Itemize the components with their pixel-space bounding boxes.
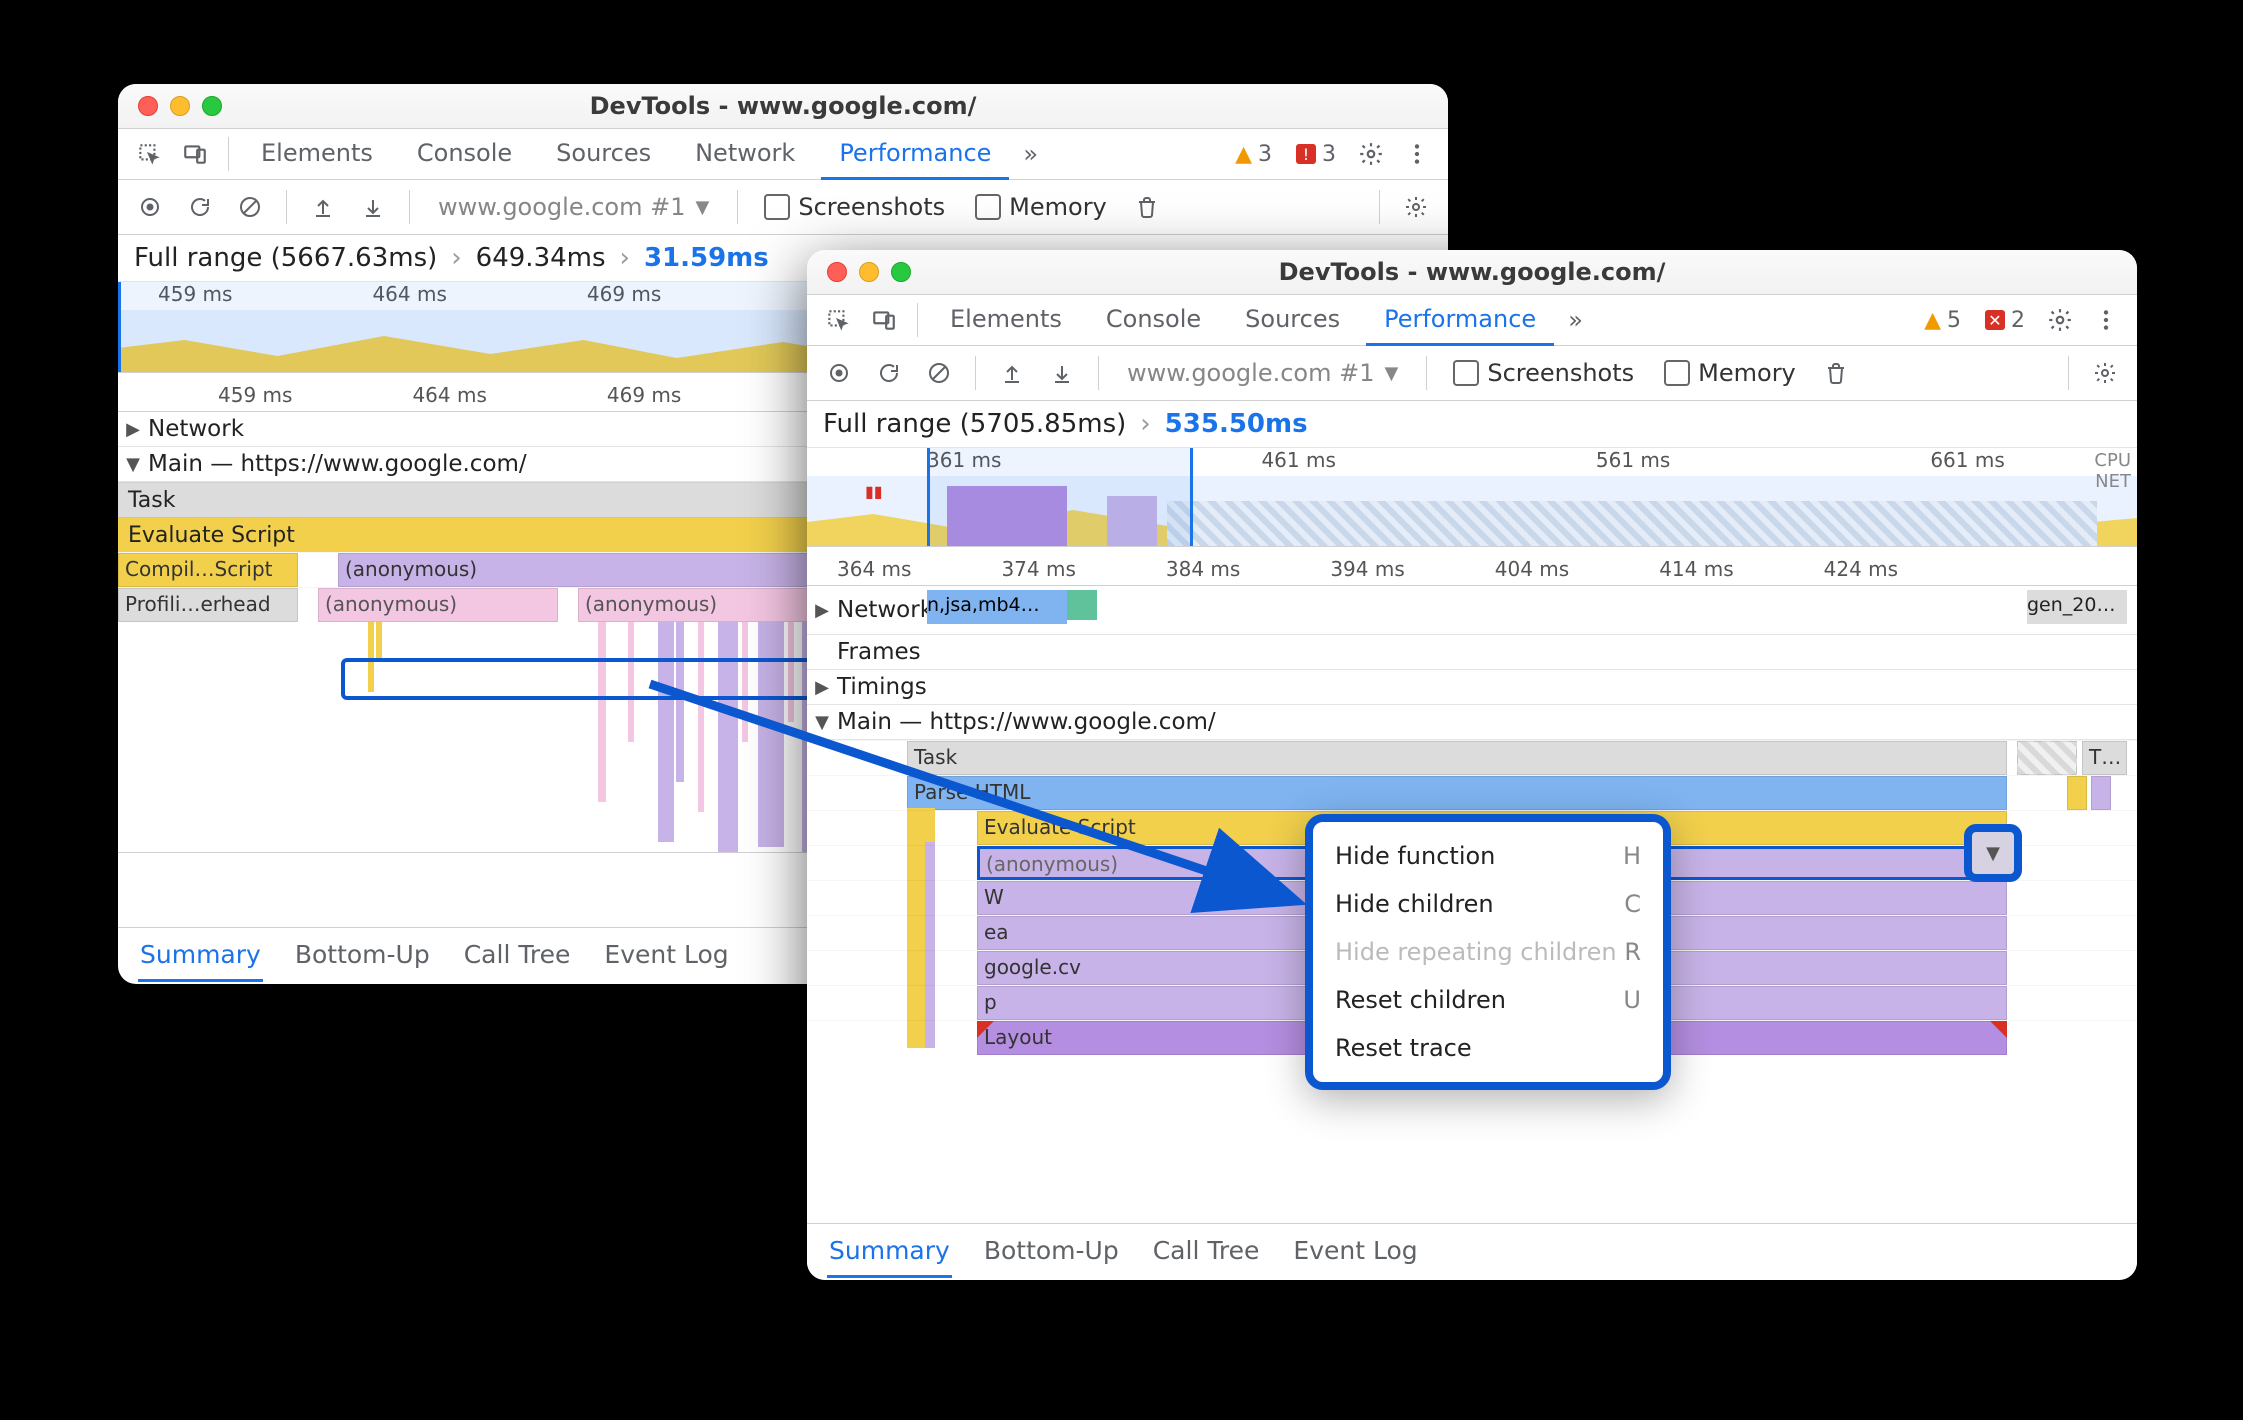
zoom-icon[interactable] bbox=[202, 96, 222, 116]
range-mid[interactable]: 649.34ms bbox=[476, 243, 606, 273]
btab-summary[interactable]: Summary bbox=[138, 930, 263, 982]
tab-performance[interactable]: Performance bbox=[821, 129, 1009, 180]
range-full[interactable]: Full range (5667.63ms) bbox=[134, 243, 437, 273]
range-full[interactable]: Full range (5705.85ms) bbox=[823, 409, 1126, 439]
perf-toolbar: www.google.com #1 ▼ Screenshots Memory bbox=[118, 180, 1448, 235]
record-icon[interactable] bbox=[819, 353, 859, 393]
window-title: DevTools - www.google.com/ bbox=[1279, 258, 1666, 286]
cpu-label: CPU bbox=[2094, 450, 2131, 471]
ctx-hide-repeating: Hide repeating childrenR bbox=[1313, 928, 1663, 976]
bottom-tabs: Summary Bottom-Up Call Tree Event Log bbox=[807, 1223, 2137, 1280]
btab-calltree[interactable]: Call Tree bbox=[462, 930, 573, 982]
track-main[interactable]: ▼Main — https://www.google.com/ bbox=[807, 705, 2137, 740]
net-label: NET bbox=[2094, 471, 2131, 492]
network-chip-green[interactable] bbox=[1067, 590, 1097, 620]
tab-console[interactable]: Console bbox=[399, 129, 530, 180]
memory-checkbox[interactable]: Memory bbox=[965, 193, 1117, 221]
error-badge[interactable]: ✕2 bbox=[1977, 308, 2033, 333]
gear-icon[interactable] bbox=[1352, 135, 1390, 173]
btab-bottomup[interactable]: Bottom-Up bbox=[293, 930, 432, 982]
zoom-icon[interactable] bbox=[891, 262, 911, 282]
close-icon[interactable] bbox=[827, 262, 847, 282]
chevron-down-icon: ▼ bbox=[1384, 363, 1398, 384]
ctx-hide-function[interactable]: Hide functionH bbox=[1313, 832, 1663, 880]
btab-eventlog[interactable]: Event Log bbox=[602, 930, 730, 982]
overflow-icon[interactable]: » bbox=[1562, 306, 1585, 334]
ctx-reset-children[interactable]: Reset childrenU bbox=[1313, 976, 1663, 1024]
track-frames[interactable]: Frames bbox=[807, 635, 2137, 670]
btab-eventlog[interactable]: Event Log bbox=[1291, 1226, 1419, 1278]
tab-sources[interactable]: Sources bbox=[1227, 295, 1358, 346]
ruler: 364 ms 374 ms 384 ms 394 ms 404 ms 414 m… bbox=[807, 547, 2137, 586]
tab-elements[interactable]: Elements bbox=[932, 295, 1080, 346]
traffic-lights bbox=[807, 262, 911, 282]
network-chip[interactable]: n,jsa,mb4… bbox=[927, 590, 1067, 624]
range-current[interactable]: 31.59ms bbox=[644, 243, 769, 273]
memory-checkbox[interactable]: Memory bbox=[1654, 359, 1806, 387]
range-current[interactable]: 535.50ms bbox=[1165, 409, 1308, 439]
track-network[interactable]: ▶Network n,jsa,mb4… gen_20… bbox=[807, 586, 2137, 635]
warning-badge[interactable]: ▲3 bbox=[1227, 142, 1280, 167]
btab-calltree[interactable]: Call Tree bbox=[1151, 1226, 1262, 1278]
tab-elements[interactable]: Elements bbox=[243, 129, 391, 180]
close-icon[interactable] bbox=[138, 96, 158, 116]
overflow-icon[interactable]: » bbox=[1017, 140, 1040, 168]
profile-selector[interactable]: www.google.com #1 ▼ bbox=[426, 189, 721, 225]
overview-minimap[interactable]: 361 ms 461 ms 561 ms 661 ms 761 ms ▮▮ CP… bbox=[807, 448, 2137, 547]
traffic-lights bbox=[118, 96, 222, 116]
gc-icon[interactable] bbox=[1127, 187, 1167, 227]
minimize-icon[interactable] bbox=[170, 96, 190, 116]
minimize-icon[interactable] bbox=[859, 262, 879, 282]
device-toggle-icon[interactable] bbox=[865, 301, 903, 339]
titlebar: DevTools - www.google.com/ bbox=[807, 250, 2137, 295]
track-timings[interactable]: ▶Timings bbox=[807, 670, 2137, 705]
screenshots-checkbox[interactable]: Screenshots bbox=[754, 193, 955, 221]
warning-badge[interactable]: ▲5 bbox=[1916, 308, 1969, 333]
reload-icon[interactable] bbox=[869, 353, 909, 393]
reload-icon[interactable] bbox=[180, 187, 220, 227]
ctx-hide-children[interactable]: Hide childrenC bbox=[1313, 880, 1663, 928]
gear-icon[interactable] bbox=[2041, 301, 2079, 339]
inspect-icon[interactable] bbox=[819, 301, 857, 339]
window-title: DevTools - www.google.com/ bbox=[590, 92, 977, 120]
flame-row-parse[interactable]: Parse HTML bbox=[807, 775, 2137, 810]
flame-row-task[interactable]: Task T… bbox=[807, 740, 2137, 775]
device-toggle-icon[interactable] bbox=[176, 135, 214, 173]
panel-tabs: Elements Console Sources Performance » ▲… bbox=[807, 295, 2137, 346]
error-badge[interactable]: !3 bbox=[1288, 142, 1344, 167]
tab-performance[interactable]: Performance bbox=[1366, 295, 1554, 346]
kebab-icon[interactable] bbox=[2087, 301, 2125, 339]
clear-icon[interactable] bbox=[919, 353, 959, 393]
kebab-icon[interactable] bbox=[1398, 135, 1436, 173]
devtools-window-front: DevTools - www.google.com/ Elements Cons… bbox=[807, 250, 2137, 1280]
btab-summary[interactable]: Summary bbox=[827, 1226, 952, 1278]
tab-console[interactable]: Console bbox=[1088, 295, 1219, 346]
panel-tabs: Elements Console Sources Network Perform… bbox=[118, 129, 1448, 180]
tab-sources[interactable]: Sources bbox=[538, 129, 669, 180]
network-chip-gen[interactable]: gen_20… bbox=[2027, 590, 2127, 624]
context-menu: Hide functionH Hide childrenC Hide repea… bbox=[1305, 814, 1671, 1090]
entry-dropdown-icon[interactable]: ▼ bbox=[1964, 824, 2022, 882]
download-icon[interactable] bbox=[1042, 353, 1082, 393]
chevron-down-icon: ▼ bbox=[695, 197, 709, 218]
tab-network[interactable]: Network bbox=[677, 129, 813, 180]
inspect-icon[interactable] bbox=[130, 135, 168, 173]
download-icon[interactable] bbox=[353, 187, 393, 227]
perf-gear-icon[interactable] bbox=[2085, 353, 2125, 393]
upload-icon[interactable] bbox=[303, 187, 343, 227]
perf-toolbar: www.google.com #1 ▼ Screenshots Memory bbox=[807, 346, 2137, 401]
btab-bottomup[interactable]: Bottom-Up bbox=[982, 1226, 1121, 1278]
profile-selector[interactable]: www.google.com #1 ▼ bbox=[1115, 355, 1410, 391]
upload-icon[interactable] bbox=[992, 353, 1032, 393]
ctx-reset-trace[interactable]: Reset trace bbox=[1313, 1024, 1663, 1072]
titlebar: DevTools - www.google.com/ bbox=[118, 84, 1448, 129]
record-icon[interactable] bbox=[130, 187, 170, 227]
breadcrumb: Full range (5705.85ms) › 535.50ms bbox=[807, 401, 2137, 448]
gc-icon[interactable] bbox=[1816, 353, 1856, 393]
screenshots-checkbox[interactable]: Screenshots bbox=[1443, 359, 1644, 387]
perf-gear-icon[interactable] bbox=[1396, 187, 1436, 227]
clear-icon[interactable] bbox=[230, 187, 270, 227]
